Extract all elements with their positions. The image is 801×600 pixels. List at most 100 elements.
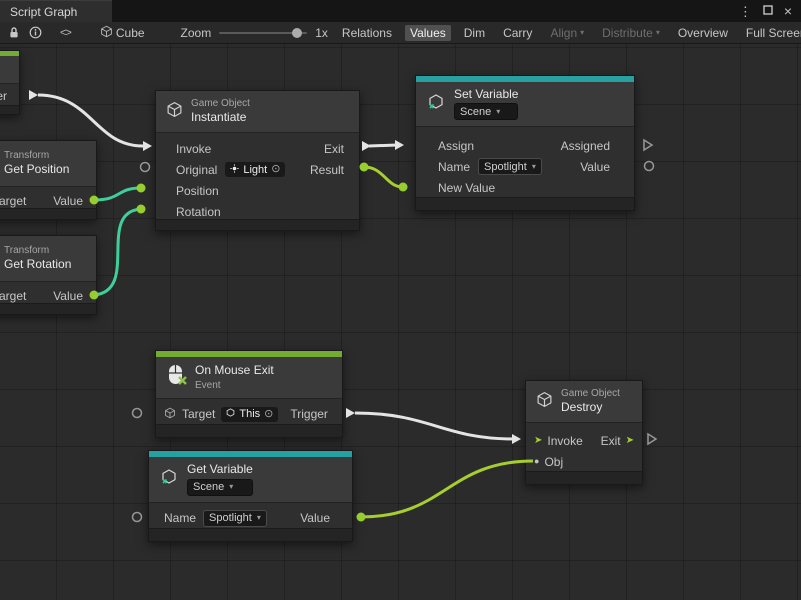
overview-button[interactable]: Overview: [673, 25, 733, 41]
node-offscreen-event[interactable]: Trigger: [0, 50, 20, 115]
node-set-variable[interactable]: Set Variable Scene ▾ Assign Assigned Nam…: [415, 75, 635, 211]
target-input-label: Target: [0, 289, 26, 303]
trigger-output-label: Trigger: [0, 89, 7, 103]
result-output-label: Result: [310, 163, 344, 177]
variable-name-value: Spotlight: [209, 512, 252, 524]
dim-button[interactable]: Dim: [459, 25, 490, 41]
close-icon[interactable]: ×: [784, 4, 792, 18]
object-field-value: Light: [243, 164, 267, 176]
zoom-slider-knob[interactable]: [292, 28, 302, 38]
scope-value: Scene: [193, 481, 224, 493]
node-header: Transform Get Position: [0, 141, 96, 187]
align-button[interactable]: Align▾: [545, 25, 589, 41]
node-get-position[interactable]: Transform Get Position Target Value: [0, 140, 97, 220]
object-picker-icon[interactable]: ⊙: [271, 164, 280, 175]
port-row: New Value: [416, 177, 634, 198]
node-get-variable[interactable]: Get Variable Scene ▾ Name Spotlight ▾ Va…: [148, 450, 353, 542]
caret-down-icon: ▾: [496, 108, 500, 116]
assigned-output-label: Assigned: [561, 139, 610, 153]
zoom-label: Zoom: [181, 26, 212, 40]
lock-icon[interactable]: [8, 24, 20, 42]
caret-down-icon: ▾: [532, 163, 536, 171]
name-input-label: Name: [438, 160, 470, 174]
obj-port-dot-icon[interactable]: ●: [534, 457, 539, 466]
value-output-label: Value: [300, 511, 330, 525]
cube-icon: [536, 391, 553, 413]
node-header: On Mouse Exit Event: [156, 357, 342, 399]
relations-button[interactable]: Relations: [337, 25, 397, 41]
target-input-label: Target: [0, 194, 26, 208]
assign-input-label: Assign: [438, 139, 474, 153]
node-footer: [156, 219, 359, 230]
caret-down-icon: ▾: [580, 29, 584, 37]
node-footer: [526, 471, 642, 484]
tab-script-graph[interactable]: Script Graph: [0, 0, 112, 22]
value-output-label: Value: [580, 160, 610, 174]
node-instantiate[interactable]: Game Object Instantiate Invoke Exit Orig…: [155, 90, 360, 231]
code-icon[interactable]: <>: [60, 24, 71, 42]
port-row: Name Spotlight ▾ Value: [416, 156, 634, 177]
scope-value: Scene: [460, 106, 491, 118]
node-footer: [156, 424, 342, 437]
obj-input-label: Obj: [544, 455, 563, 469]
node-category: Game Object: [191, 98, 250, 109]
mouse-icon: [166, 363, 187, 392]
caret-down-icon: ▾: [656, 29, 660, 37]
object-field-this[interactable]: This ⊙: [221, 407, 278, 422]
exit-port-arrow-icon[interactable]: ➤: [626, 436, 634, 446]
trigger-output-label: Trigger: [290, 407, 328, 421]
node-footer: [416, 197, 634, 210]
node-header: Transform Get Rotation: [0, 236, 96, 282]
node-category: Game Object: [561, 388, 620, 399]
object-picker-icon[interactable]: ⊙: [264, 409, 273, 420]
port-row: ➤ Invoke Exit ➤: [526, 430, 642, 451]
zoom-slider[interactable]: [219, 32, 307, 34]
value-output-label: Value: [53, 289, 83, 303]
menu-dots-icon[interactable]: ⋮: [739, 5, 752, 18]
window-controls: ⋮ ×: [739, 0, 801, 22]
graph-canvas[interactable]: Trigger Transform Get Position Target Va…: [0, 44, 801, 600]
port-row: Position: [156, 180, 359, 201]
node-title: Get Position: [4, 163, 69, 177]
invoke-port-arrow-icon[interactable]: ➤: [534, 436, 542, 446]
cube-icon: [164, 407, 176, 422]
target-object-button[interactable]: Cube: [95, 24, 150, 42]
tab-title: Script Graph: [10, 5, 77, 19]
node-destroy[interactable]: Game Object Destroy ➤ Invoke Exit ➤ ● Ob…: [525, 380, 643, 485]
node-header: Get Variable Scene ▾: [149, 457, 352, 503]
node-title: Set Variable: [454, 88, 518, 102]
node-title: Get Rotation: [4, 258, 71, 272]
node-header: [0, 56, 19, 84]
zoom-control: Zoom 1x: [181, 26, 328, 40]
carry-button[interactable]: Carry: [498, 25, 537, 41]
distribute-button[interactable]: Distribute▾: [597, 25, 665, 41]
node-category: Transform: [4, 245, 71, 256]
node-header: Set Variable Scene ▾: [416, 82, 634, 127]
port-row: Assign Assigned: [416, 135, 634, 156]
node-category: Transform: [4, 150, 69, 161]
node-on-mouse-exit[interactable]: On Mouse Exit Event Target This ⊙: [155, 350, 343, 438]
value-output-label: Value: [53, 194, 83, 208]
exit-output-label: Exit: [324, 142, 344, 156]
node-title: Destroy: [561, 401, 620, 415]
node-get-rotation[interactable]: Transform Get Rotation Target Value: [0, 235, 97, 315]
object-field-light[interactable]: Light ⊙: [225, 162, 285, 177]
new-value-input-label: New Value: [438, 181, 495, 195]
fullscreen-button[interactable]: Full Screen: [741, 25, 801, 41]
variable-scope-dropdown[interactable]: Scene ▾: [187, 479, 253, 496]
tab-bar-spacer: [112, 0, 739, 22]
info-icon[interactable]: [29, 24, 42, 42]
node-footer: [0, 208, 96, 219]
toolbar-right-group: Relations Values Dim Carry Align▾ Distri…: [337, 25, 801, 41]
node-footer: [0, 303, 96, 314]
variable-name-dropdown[interactable]: Spotlight ▾: [203, 510, 267, 527]
graph-toolbar: <> Cube Zoom 1x Relations Values Dim Car…: [0, 22, 801, 44]
variable-name-dropdown[interactable]: Spotlight ▾: [478, 158, 542, 175]
variable-name-value: Spotlight: [484, 161, 527, 173]
port-row: Original Light ⊙ Result: [156, 159, 359, 180]
tab-bar: Script Graph ⋮ ×: [0, 0, 801, 22]
maximize-icon[interactable]: [763, 3, 773, 19]
cube-icon: [226, 408, 235, 420]
values-button[interactable]: Values: [405, 25, 451, 41]
variable-scope-dropdown[interactable]: Scene ▾: [454, 103, 518, 120]
